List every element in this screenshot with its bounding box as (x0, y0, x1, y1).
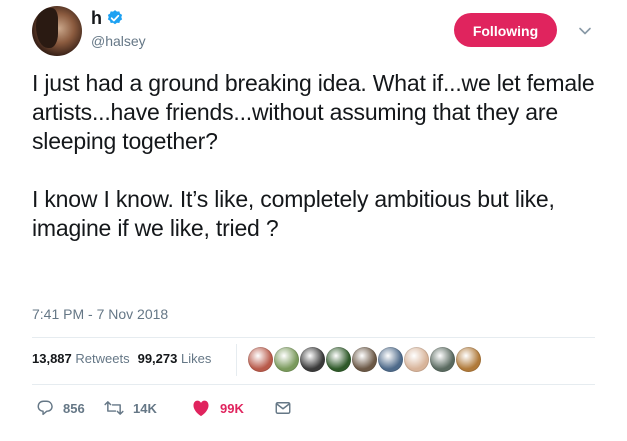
liker-avatar[interactable] (248, 347, 273, 372)
retweets-count: 13,887 (32, 351, 72, 366)
verified-badge-icon (107, 10, 123, 25)
like-button[interactable]: 99K (191, 398, 244, 418)
engagement-stats: 13,887 Retweets 99,273 Likes (32, 351, 211, 366)
tweet-paragraph: I just had a ground breaking idea. What … (32, 70, 595, 154)
reply-count: 856 (63, 400, 85, 416)
retweets-stat[interactable]: 13,887 Retweets (32, 351, 130, 366)
following-button[interactable]: Following (454, 13, 557, 47)
tweet-timestamp[interactable]: 7:41 PM - 7 Nov 2018 (32, 306, 168, 322)
liker-avatar[interactable] (404, 347, 429, 372)
retweet-count: 14K (133, 400, 157, 416)
divider (32, 384, 595, 385)
author-display-name[interactable]: h (91, 7, 102, 29)
heart-icon (193, 400, 209, 417)
liker-avatar[interactable] (300, 347, 325, 372)
liker-avatar[interactable] (326, 347, 351, 372)
retweet-button[interactable]: 14K (104, 398, 157, 418)
tweet-card: h @halsey Following I just had a ground … (0, 0, 627, 441)
likes-count: 99,273 (137, 351, 178, 366)
tweet-paragraph: I know I know. It’s like, completely amb… (32, 186, 555, 241)
likes-stat[interactable]: 99,273 Likes (138, 351, 212, 366)
divider (32, 337, 595, 338)
retweets-label: Retweets (75, 351, 130, 366)
direct-message-button[interactable] (274, 398, 301, 418)
reply-icon (37, 400, 53, 416)
liker-avatar[interactable] (456, 347, 481, 372)
author-avatar[interactable] (32, 6, 82, 56)
liker-avatar[interactable] (430, 347, 455, 372)
tweet-text: I just had a ground breaking idea. What … (32, 69, 602, 243)
stats-separator (236, 344, 237, 376)
liker-avatar[interactable] (378, 347, 403, 372)
direct-message-icon (275, 402, 291, 414)
retweet-icon (104, 401, 124, 415)
reply-button[interactable]: 856 (36, 398, 85, 418)
liker-avatar[interactable] (352, 347, 377, 372)
liker-avatar[interactable] (274, 347, 299, 372)
avatar-hair-shape (36, 8, 58, 48)
chevron-down-icon[interactable] (578, 24, 592, 38)
like-count: 99K (220, 400, 244, 416)
likes-label: Likes (180, 351, 212, 366)
liker-avatars (248, 347, 482, 373)
author-handle[interactable]: @halsey (91, 33, 146, 49)
